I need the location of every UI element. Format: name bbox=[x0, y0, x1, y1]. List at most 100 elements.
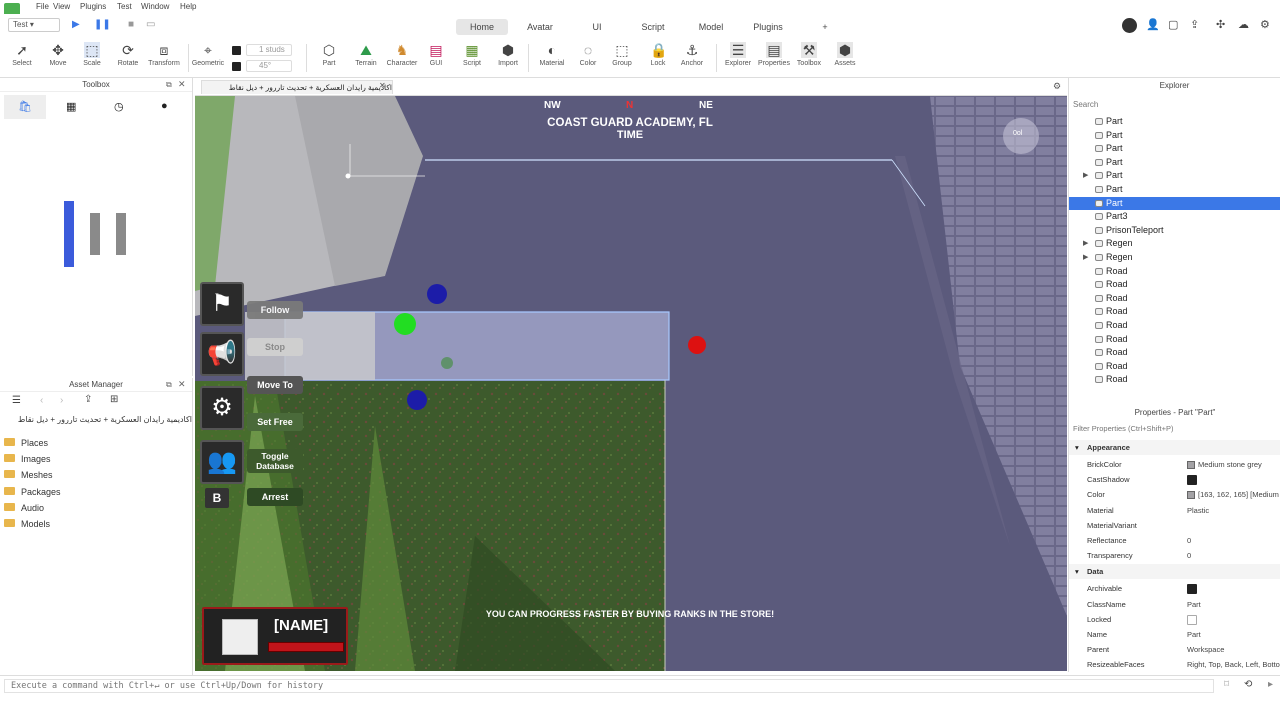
float-icon[interactable]: ⧉ bbox=[166, 380, 172, 390]
snap-studs-checkbox[interactable] bbox=[232, 46, 241, 55]
explorer-item[interactable]: Part bbox=[1069, 129, 1280, 142]
property-row[interactable]: CastShadow bbox=[1069, 472, 1280, 487]
toolbox-tab-marketplace[interactable]: 🛍 bbox=[4, 95, 46, 119]
select-tool-button[interactable]: ➚ Select bbox=[6, 42, 38, 67]
grid-icon[interactable]: ▦ bbox=[66, 100, 76, 113]
import-button[interactable]: ⬢ Import bbox=[494, 42, 522, 67]
add-friend-icon[interactable]: 👤 bbox=[1146, 18, 1160, 31]
tab-home[interactable]: Home bbox=[456, 19, 508, 35]
test-mode-dropdown[interactable]: Test ▾ bbox=[8, 18, 60, 32]
explorer-item[interactable]: Road bbox=[1069, 265, 1280, 278]
property-value[interactable]: Right, Top, Back, Left, Botto bbox=[1187, 657, 1280, 672]
property-row[interactable]: Locked bbox=[1069, 612, 1280, 627]
history-icon[interactable]: ⟲ bbox=[1244, 679, 1252, 690]
list-view-icon[interactable]: ☰ bbox=[12, 395, 21, 406]
collapse-arrow-icon[interactable]: ▾ bbox=[1075, 440, 1079, 455]
upload-icon[interactable]: ⇪ bbox=[84, 394, 92, 405]
expand-arrow-icon[interactable]: ▶ bbox=[1083, 251, 1088, 264]
chat-icon[interactable]: ▢ bbox=[1168, 18, 1178, 31]
stop-button[interactable]: Stop bbox=[247, 338, 303, 356]
property-row[interactable]: ResizeableFaces Right, Top, Back, Left, B… bbox=[1069, 657, 1280, 672]
explorer-item[interactable]: Road bbox=[1069, 278, 1280, 291]
lock-button[interactable]: 🔒 Lock bbox=[644, 42, 672, 67]
explorer-item[interactable]: ▶ Regen bbox=[1069, 237, 1280, 250]
pin-icon[interactable]: ● bbox=[161, 100, 168, 112]
collapse-arrow-icon[interactable]: ▾ bbox=[1075, 564, 1079, 579]
property-row[interactable]: Parent Workspace bbox=[1069, 642, 1280, 657]
tab-plugins[interactable]: Plugins bbox=[744, 19, 792, 35]
explorer-item[interactable]: Road bbox=[1069, 373, 1280, 386]
property-value[interactable] bbox=[1187, 581, 1280, 596]
color-button[interactable]: ◌ Color bbox=[574, 42, 602, 67]
3d-viewport[interactable]: NW N NE COAST GUARD ACADEMY, FL TIME 0ol… bbox=[195, 96, 1067, 671]
properties-filter-input[interactable] bbox=[1073, 422, 1277, 435]
forward-icon[interactable]: › bbox=[60, 395, 63, 406]
property-value[interactable]: 0 bbox=[1187, 533, 1280, 548]
property-row[interactable]: BrickColor Medium stone grey bbox=[1069, 457, 1280, 472]
explorer-search-input[interactable] bbox=[1073, 98, 1279, 111]
clock-icon[interactable]: ◷ bbox=[114, 100, 124, 113]
property-value[interactable]: Plastic bbox=[1187, 503, 1280, 518]
megaphone-icon[interactable]: 📢 bbox=[200, 332, 244, 376]
property-row[interactable]: Archivable bbox=[1069, 581, 1280, 596]
property-value[interactable]: [163, 162, 165] [Medium bbox=[1187, 487, 1280, 502]
folder-meshes[interactable]: Meshes bbox=[4, 468, 53, 482]
viewport-settings-icon[interactable]: ⚙ bbox=[1053, 81, 1061, 92]
run-icon[interactable]: ▸ bbox=[1268, 679, 1273, 690]
terrain-button[interactable]: ⛰ Terrain bbox=[350, 42, 382, 67]
explorer-item[interactable]: PrisonTeleport bbox=[1069, 224, 1280, 237]
folder-packages[interactable]: Packages bbox=[4, 485, 61, 499]
material-button[interactable]: ◐ Material bbox=[536, 42, 568, 67]
folder-audio[interactable]: Audio bbox=[4, 501, 44, 515]
folder-places[interactable]: Places bbox=[4, 436, 48, 450]
share-icon[interactable]: ⇪ bbox=[1190, 18, 1199, 31]
group-button[interactable]: ⬚ Group bbox=[608, 42, 636, 67]
close-tab-icon[interactable]: ✕ bbox=[379, 81, 386, 90]
snap-studs-input[interactable]: 1 studs bbox=[246, 44, 292, 56]
settings-icon[interactable]: ⚙ bbox=[1260, 18, 1270, 31]
tab-avatar[interactable]: Avatar bbox=[516, 19, 564, 35]
explorer-item[interactable]: Part bbox=[1069, 115, 1280, 128]
property-row[interactable]: Name Part bbox=[1069, 627, 1280, 642]
explorer-item[interactable]: Road bbox=[1069, 319, 1280, 332]
set-free-button[interactable]: Set Free bbox=[247, 413, 303, 431]
property-row[interactable]: Reflectance 0 bbox=[1069, 533, 1280, 548]
place-tab[interactable]: اكاديمية رايدان العسكرية + تحديث تاررور … bbox=[201, 80, 393, 94]
property-checkbox[interactable] bbox=[1187, 584, 1197, 595]
snap-rotation-checkbox[interactable] bbox=[232, 62, 241, 71]
property-section[interactable]: ▾ Data bbox=[1069, 564, 1280, 580]
scale-tool-button[interactable]: ⬚ Scale bbox=[76, 42, 108, 67]
properties-toggle-button[interactable]: ▤ Properties bbox=[756, 42, 792, 67]
insert-part-button[interactable]: ⬡ Part bbox=[314, 42, 344, 67]
tab-model[interactable]: Model bbox=[690, 19, 732, 35]
transform-tool-button[interactable]: ⧈ Transform bbox=[146, 42, 182, 67]
stop-icon[interactable]: ■ bbox=[128, 19, 134, 30]
collab-icon[interactable]: ✣ bbox=[1216, 18, 1225, 31]
menu-plugins[interactable]: Plugins bbox=[80, 2, 106, 11]
explorer-item[interactable]: Part bbox=[1069, 142, 1280, 155]
bookmark-icon[interactable]: ⌑ bbox=[1224, 679, 1229, 690]
back-icon[interactable]: ‹ bbox=[40, 395, 43, 406]
gui-button[interactable]: ▤ GUI bbox=[424, 42, 448, 67]
property-section[interactable]: ▾ Appearance bbox=[1069, 440, 1280, 455]
property-row[interactable]: Transparency 0 bbox=[1069, 548, 1280, 563]
close-icon[interactable]: ✕ bbox=[178, 79, 186, 90]
screen-icon[interactable]: ▭ bbox=[146, 19, 155, 30]
geometric-button[interactable]: ⌖ Geometric bbox=[190, 42, 226, 67]
explorer-item[interactable]: Road bbox=[1069, 292, 1280, 305]
tab-ui[interactable]: UI bbox=[580, 19, 614, 35]
snap-rotation-input[interactable]: 45° bbox=[246, 60, 292, 72]
folder-images[interactable]: Images bbox=[4, 452, 51, 466]
property-value[interactable]: Workspace bbox=[1187, 642, 1280, 657]
close-icon[interactable]: ✕ bbox=[178, 379, 186, 390]
property-value[interactable] bbox=[1187, 472, 1280, 487]
gear-icon[interactable]: ⚙ bbox=[200, 386, 244, 430]
explorer-item[interactable]: Road bbox=[1069, 360, 1280, 373]
property-row[interactable]: Material Plastic bbox=[1069, 503, 1280, 518]
explorer-item[interactable]: Road bbox=[1069, 305, 1280, 318]
property-checkbox[interactable] bbox=[1187, 614, 1197, 625]
property-row[interactable]: ClassName Part bbox=[1069, 597, 1280, 612]
script-button[interactable]: ▦ Script bbox=[458, 42, 486, 67]
avatar[interactable] bbox=[1122, 18, 1137, 33]
expand-arrow-icon[interactable]: ▶ bbox=[1083, 237, 1088, 250]
